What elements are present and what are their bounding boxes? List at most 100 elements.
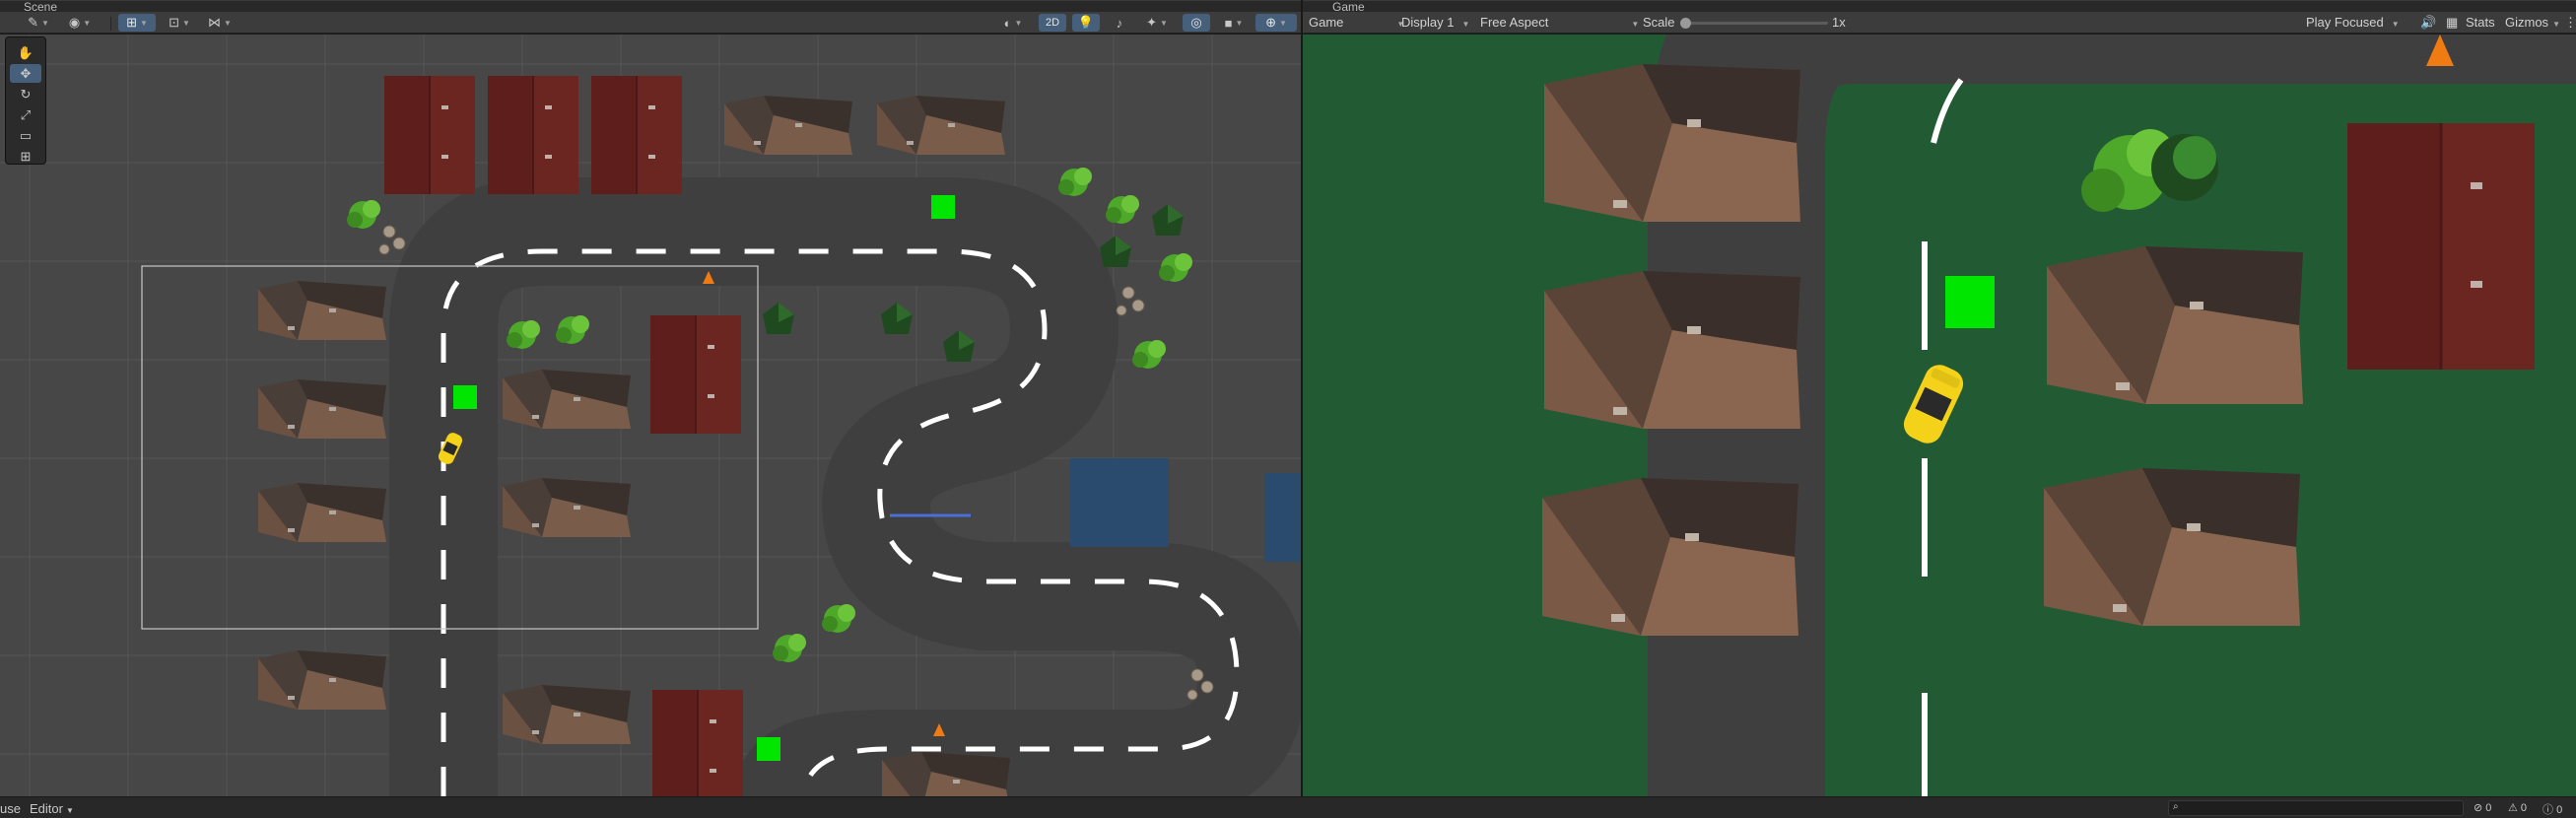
gizmos-select[interactable]: Gizmos ▼ (2505, 15, 2560, 31)
stats-grid-icon[interactable]: ▦ (2446, 15, 2458, 31)
tree[interactable] (822, 604, 855, 633)
message-counter[interactable]: ⓘ 0 (2542, 801, 2562, 817)
red-house[interactable] (2347, 123, 2535, 370)
house[interactable] (1542, 478, 1798, 636)
pickup-box[interactable] (1945, 276, 1995, 328)
gizmo-icon[interactable]: ⊕ ▼ (1255, 14, 1297, 32)
tab-bar: Scene Game (0, 0, 2576, 13)
dark-tree[interactable] (2151, 134, 2218, 201)
rect-tool-icon[interactable]: ▭ (10, 126, 41, 145)
visibility-icon[interactable]: ◎ (1183, 14, 1210, 32)
house[interactable] (1544, 64, 1800, 222)
grid-snap-icon[interactable]: ⊞ ▼ (118, 14, 156, 32)
house[interactable] (258, 483, 386, 542)
audio-icon[interactable]: ♪ (1106, 14, 1133, 32)
house[interactable] (503, 370, 631, 429)
display-select-label: Display 1 (1401, 15, 1455, 30)
message-count: 0 (2556, 804, 2563, 816)
dark-tree[interactable] (1152, 204, 1184, 236)
house[interactable] (258, 379, 386, 439)
tree[interactable] (1159, 253, 1192, 282)
move-tool-icon[interactable]: ✥ (10, 64, 41, 83)
search-field[interactable]: ⌕ (2168, 800, 2464, 816)
play-mode-label: Play Focused (2306, 15, 2384, 30)
dark-tree[interactable] (763, 303, 794, 334)
pickup-box[interactable] (931, 195, 955, 219)
house[interactable] (724, 96, 852, 155)
red-house[interactable] (649, 314, 742, 435)
dark-tree[interactable] (1100, 236, 1131, 267)
rotate-tool-icon[interactable]: ↻ (10, 85, 41, 103)
transform-tool-icon[interactable]: ⊞ (10, 147, 41, 166)
game-view[interactable] (1303, 34, 2576, 796)
mode-select-label: Editor (30, 801, 63, 816)
tree[interactable] (347, 200, 380, 229)
aspect-select-label: Free Aspect (1480, 15, 1549, 30)
view-2d-label: 2D (1045, 17, 1060, 29)
house[interactable] (1544, 271, 1800, 429)
tree[interactable] (1058, 168, 1092, 196)
blue-house[interactable] (1070, 458, 1169, 547)
camera-icon[interactable]: ■ ▼ (1216, 14, 1252, 32)
house[interactable] (503, 478, 631, 537)
view-select[interactable]: Game ▼ (1309, 15, 1404, 31)
align-icon[interactable]: ⋈ ▼ (201, 14, 238, 32)
house[interactable] (503, 685, 631, 744)
error-counter[interactable]: ⊘ 0 (2474, 801, 2491, 814)
scale-tool-icon[interactable]: ⤢ (10, 105, 41, 124)
house[interactable] (258, 281, 386, 340)
shading-icon[interactable]: ◐ ▼ (995, 14, 1031, 32)
game-canvas[interactable] (1303, 34, 2576, 796)
view-2d-toggle[interactable]: 2D (1039, 14, 1066, 32)
scale-slider[interactable] (1680, 18, 1828, 29)
warning-count: 0 (2520, 802, 2528, 814)
layers-icon[interactable]: ◉ ▼ (61, 14, 99, 32)
house[interactable] (2047, 246, 2303, 404)
tree[interactable] (1106, 195, 1139, 224)
tool-palette: ✋ ✥ ↻ ⤢ ▭ ⊞ (5, 36, 46, 165)
status-left-label: use (0, 801, 21, 816)
increment-snap-icon[interactable]: ⊡ ▼ (162, 14, 197, 32)
search-icon: ⌕ (2173, 801, 2179, 812)
speaker-icon[interactable]: 🔊 (2420, 15, 2436, 31)
tree[interactable] (507, 320, 540, 349)
gizmos-label: Gizmos (2505, 15, 2549, 30)
hand-tool-icon[interactable]: ✋ (10, 43, 41, 62)
scale-slider-thumb[interactable] (1680, 18, 1691, 29)
house[interactable] (882, 752, 1010, 796)
pickup-box[interactable] (453, 385, 477, 409)
tree[interactable] (773, 634, 806, 662)
mode-select[interactable]: Editor ▼ (30, 801, 74, 816)
red-house[interactable] (383, 75, 476, 195)
brush-icon[interactable]: ✎ ▼ (20, 14, 57, 32)
house[interactable] (2044, 468, 2300, 626)
pickup-box[interactable] (757, 737, 780, 761)
tree[interactable] (556, 315, 589, 344)
stats-toggle[interactable]: Stats (2466, 15, 2495, 31)
scene-canvas[interactable] (0, 34, 1301, 796)
tree[interactable] (1132, 340, 1166, 369)
status-bar: use Editor ▼ ⌕ ⊘ 0 ⚠ 0 ⓘ 0 (0, 796, 2576, 818)
red-house[interactable] (590, 75, 683, 195)
light-icon[interactable]: 💡 (1072, 14, 1100, 32)
error-count: 0 (2485, 802, 2492, 814)
red-house[interactable] (487, 75, 579, 195)
scene-view[interactable]: ✋ ✥ ↻ ⤢ ▭ ⊞ (0, 34, 1301, 796)
warning-counter[interactable]: ⚠ 0 (2508, 801, 2527, 814)
more-menu-icon[interactable]: ⋮ (2564, 15, 2576, 31)
dark-tree[interactable] (943, 330, 975, 362)
tab-game[interactable]: Game (1303, 0, 2576, 13)
scale-value: 1x (1832, 15, 1846, 30)
blue-house[interactable] (1264, 473, 1301, 562)
play-mode-select[interactable]: Play Focused ▼ (2306, 15, 2400, 31)
house[interactable] (258, 650, 386, 710)
tab-scene[interactable]: Scene (0, 0, 1301, 13)
dark-tree[interactable] (881, 303, 913, 334)
effects-icon[interactable]: ✦ ▼ (1139, 14, 1175, 32)
red-house[interactable] (651, 689, 744, 796)
search-input[interactable] (2185, 802, 2461, 814)
scene-toolbar: ✎ ▼ ◉ ▼ ⊞ ▼ ⊡ ▼ ⋈ ▼ ◐ ▼ 2D 💡 ♪ ✦ ▼ ◎ ■ ▼ ⊕ ▼ (0, 12, 1301, 34)
display-select[interactable]: Display 1 ▼ (1401, 15, 1469, 31)
aspect-select[interactable]: Free Aspect ▼ (1480, 15, 1639, 31)
house[interactable] (877, 96, 1005, 155)
